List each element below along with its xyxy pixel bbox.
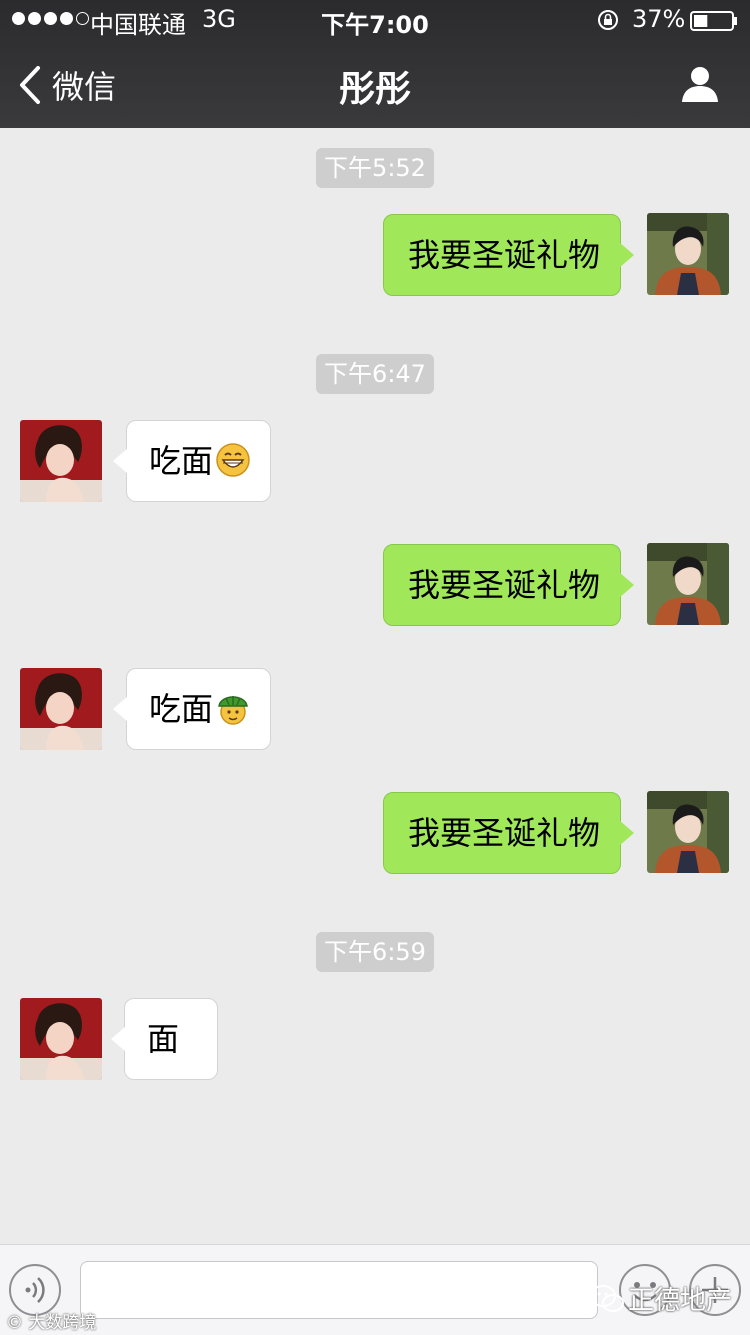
message-bubble-received[interactable]: 面 — [111, 998, 218, 1080]
profile-icon[interactable] — [680, 64, 720, 104]
my-avatar[interactable] — [647, 213, 729, 295]
message-text: 面 — [147, 1020, 180, 1058]
watermark-text: 正德地产 — [628, 1286, 733, 1316]
turtle-emoji-icon — [218, 696, 248, 725]
wechat-logo-icon — [590, 1284, 624, 1312]
message-bubble-received[interactable]: 吃面 — [113, 420, 271, 502]
message-text: 我要圣诞礼物 — [408, 566, 601, 604]
grinning-emoji-icon — [216, 443, 250, 477]
watermark-logo-icon: © — [6, 1313, 23, 1333]
contact-avatar[interactable] — [20, 998, 102, 1080]
bubble-tail — [113, 696, 128, 722]
watermark-left: © 大数跨境 — [6, 1308, 96, 1333]
my-avatar[interactable] — [647, 543, 729, 625]
message-bubble-sent[interactable]: 我要圣诞礼物 — [383, 544, 634, 626]
message-bubble-sent[interactable]: 我要圣诞礼物 — [383, 214, 634, 296]
timestamp: 下午5:52 — [316, 148, 434, 188]
chat-title: 彤彤 — [338, 69, 411, 110]
bubble-tail — [619, 820, 634, 846]
status-bar: 中国联通 3G 下午7:00 37% — [0, 0, 750, 40]
bubble-tail — [111, 1026, 126, 1052]
message-bubble-received[interactable]: 吃面 — [113, 668, 271, 750]
message-text: 吃面 — [149, 442, 214, 480]
message-input[interactable] — [80, 1261, 598, 1319]
bubble-tail — [619, 572, 634, 598]
chat-area[interactable]: 下午5:52 我要圣诞礼物 下午6:47 吃面 我要圣诞礼物 吃面 我要圣诞礼物… — [0, 128, 750, 1244]
contact-avatar[interactable] — [20, 668, 102, 750]
timestamp: 下午6:59 — [316, 932, 434, 972]
battery-percent: 37% — [632, 5, 686, 33]
message-bubble-sent[interactable]: 我要圣诞礼物 — [383, 792, 634, 874]
battery-icon — [690, 11, 737, 31]
my-avatar[interactable] — [647, 791, 729, 873]
message-text: 吃面 — [149, 690, 214, 728]
contact-avatar[interactable] — [20, 420, 102, 502]
watermark-text: 大数跨境 — [28, 1313, 97, 1333]
top-bar: 中国联通 3G 下午7:00 37% 微信 彤彤 — [0, 0, 750, 128]
message-text: 我要圣诞礼物 — [408, 814, 601, 852]
bubble-tail — [113, 448, 128, 474]
watermark-right: 正德地产 — [590, 1280, 732, 1317]
bubble-tail — [619, 242, 634, 268]
message-text: 我要圣诞礼物 — [408, 236, 601, 274]
timestamp: 下午6:47 — [316, 354, 434, 394]
lock-rotation-icon — [598, 10, 618, 30]
